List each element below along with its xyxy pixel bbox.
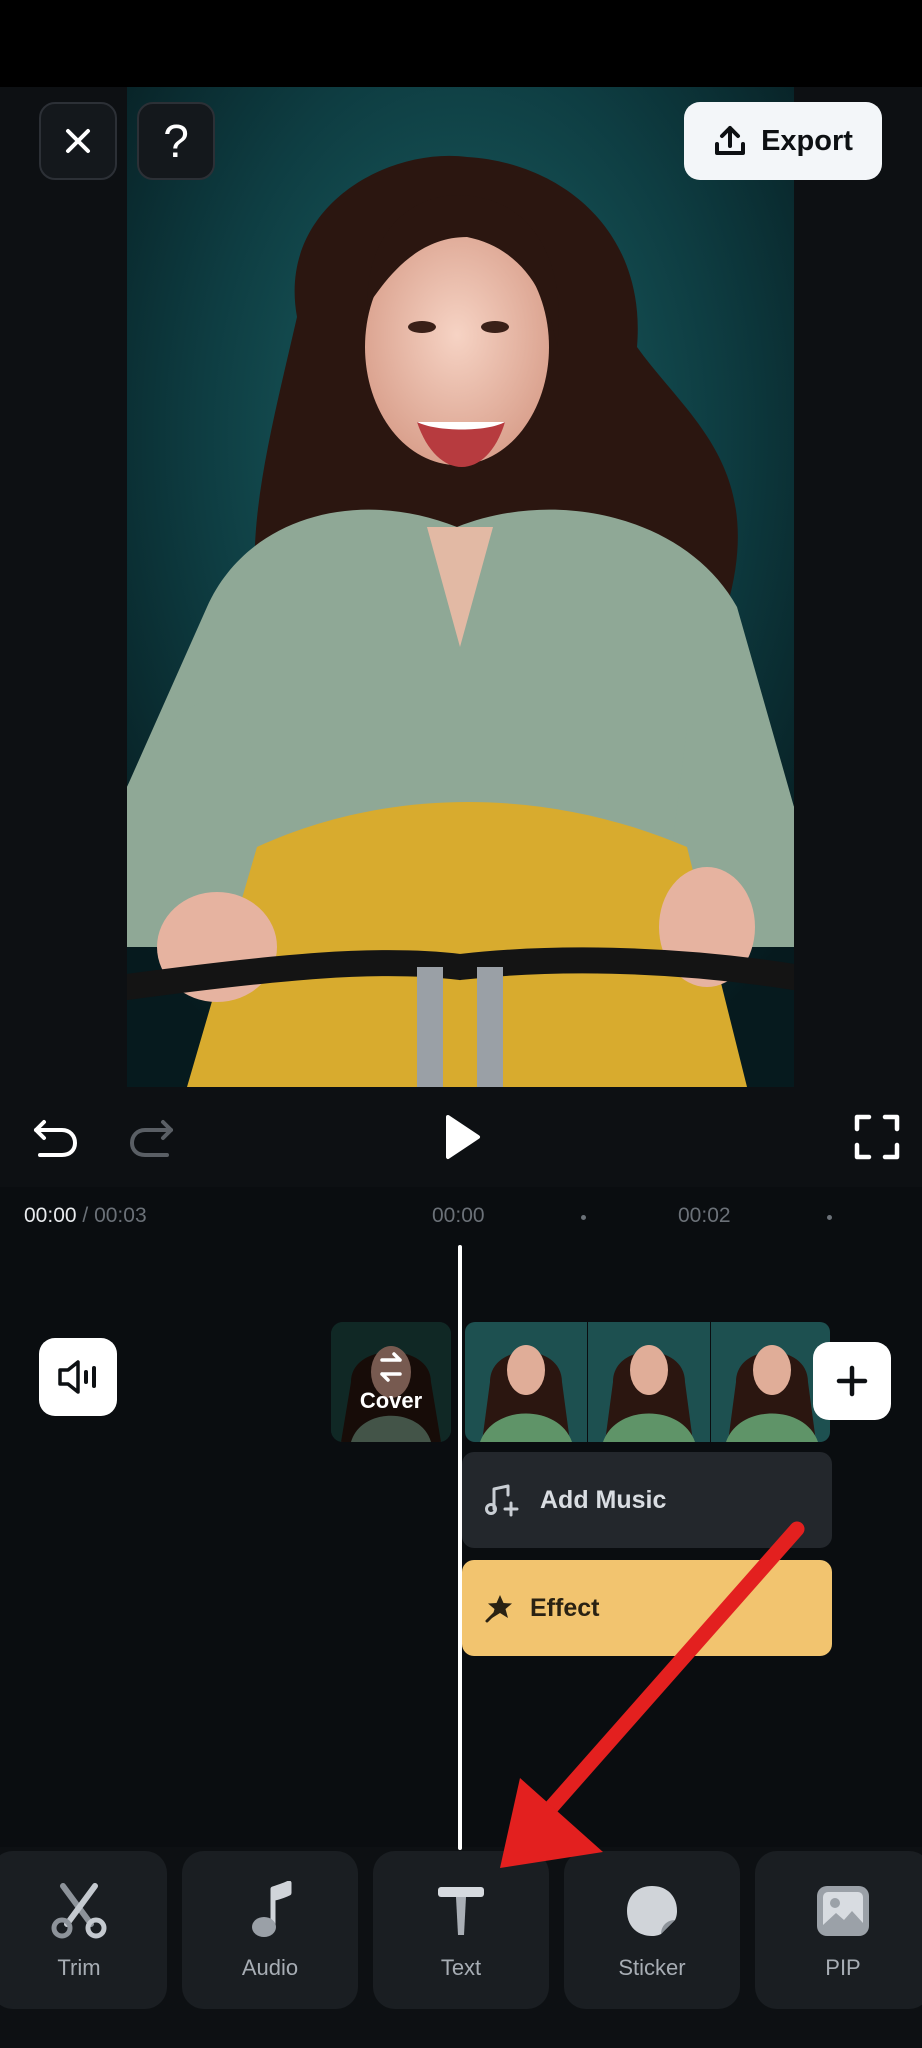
tool-trim[interactable]: Trim <box>0 1851 167 2009</box>
add-music-label: Add Music <box>540 1485 667 1514</box>
current-time: 00:00 <box>24 1204 77 1227</box>
video-preview[interactable] <box>127 87 794 1087</box>
status-bar <box>0 0 922 87</box>
music-add-icon <box>485 1484 519 1517</box>
clip-frame <box>465 1322 588 1442</box>
clip-frame-image <box>588 1322 710 1442</box>
tool-label: Sticker <box>618 1955 686 1980</box>
video-clip[interactable] <box>465 1322 830 1442</box>
preview-area: ? Export <box>0 87 922 1087</box>
speaker-icon <box>58 1360 96 1394</box>
add-music-track[interactable]: Add Music <box>462 1452 832 1548</box>
scissors-icon <box>47 1879 111 1943</box>
ruler-label-1: 00:02 <box>678 1204 731 1227</box>
text-icon <box>429 1879 493 1943</box>
effect-label: Effect <box>530 1593 600 1622</box>
timeline[interactable]: 00:00 / 00:03 00:00 00:02 Cover Add Musi… <box>0 1187 922 1850</box>
tool-label: Trim <box>57 1955 101 1980</box>
plus-icon <box>836 1365 868 1397</box>
sticker-icon <box>620 1879 684 1943</box>
upload-icon <box>715 126 746 155</box>
tool-text[interactable]: Text <box>373 1851 549 2009</box>
ruler-dot <box>581 1215 586 1220</box>
playhead[interactable] <box>458 1245 462 1850</box>
clip-frame-image <box>465 1322 587 1442</box>
swap-icon <box>380 1352 402 1382</box>
bottom-toolbar: Trim Audio Text Sticker PIP <box>0 1847 922 2048</box>
video-editor-screen: ? Export 00:00 / 00:03 00:00 00:02 Cover… <box>0 0 922 2048</box>
tool-audio[interactable]: Audio <box>182 1851 358 2009</box>
clip-frame <box>588 1322 711 1442</box>
export-label: Export <box>761 124 853 157</box>
ruler-label-0: 00:00 <box>432 1204 485 1227</box>
tool-label: Text <box>440 1955 482 1980</box>
ruler-dot <box>827 1215 832 1220</box>
playback-controls <box>0 1087 922 1187</box>
tool-label: PIP <box>825 1955 861 1980</box>
music-note-icon <box>238 1879 302 1943</box>
mute-button[interactable] <box>39 1338 117 1416</box>
fullscreen-button[interactable] <box>849 1109 905 1165</box>
tool-pip[interactable]: PIP <box>755 1851 922 2009</box>
tool-sticker[interactable]: Sticker <box>564 1851 740 2009</box>
undo-icon <box>34 1120 78 1157</box>
add-clip-button[interactable] <box>813 1342 891 1420</box>
undo-button[interactable] <box>27 1109 83 1165</box>
fullscreen-icon <box>854 1114 900 1160</box>
help-button[interactable]: ? <box>137 102 215 180</box>
play-icon <box>446 1115 480 1159</box>
cover-label: Cover <box>359 1388 423 1413</box>
effect-track[interactable]: Effect <box>462 1560 832 1656</box>
redo-icon <box>129 1120 173 1157</box>
video-preview-image <box>127 87 794 1087</box>
redo-button[interactable] <box>124 1109 180 1165</box>
effect-star-icon <box>485 1595 512 1623</box>
cover-thumbnail[interactable]: Cover <box>331 1322 451 1442</box>
close-icon <box>66 129 90 153</box>
time-readout: 00:00 / 00:03 <box>24 1204 147 1228</box>
export-button[interactable]: Export <box>684 102 882 180</box>
play-button[interactable] <box>434 1109 490 1165</box>
total-time: / 00:03 <box>76 1204 147 1227</box>
tool-label: Audio <box>241 1955 299 1980</box>
image-icon <box>811 1879 875 1943</box>
close-button[interactable] <box>39 102 117 180</box>
question-mark-icon: ? <box>163 115 189 167</box>
